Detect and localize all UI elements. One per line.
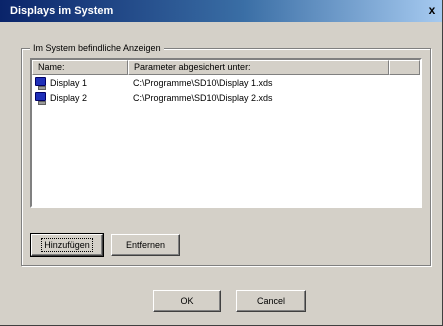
column-header-name[interactable]: Name: (32, 60, 128, 75)
list-item-path: C:\Programme\SD10\Display 1.xds (133, 78, 273, 88)
list-item-name: Display 2 (50, 93, 88, 103)
groupbox-legend: Im System befindliche Anzeigen (30, 41, 164, 55)
ok-button-label: OK (180, 296, 194, 306)
column-header-filler (389, 60, 420, 75)
remove-button[interactable]: Entfernen (111, 234, 180, 256)
dialog-window: Displays im System x Im System befindlic… (0, 0, 443, 326)
list-item[interactable]: Display 2 C:\Programme\SD10\Display 2.xd… (32, 91, 420, 106)
add-button[interactable]: Hinzufügen (30, 233, 104, 257)
list-item-name: Display 1 (50, 78, 88, 88)
window-title: Displays im System (10, 5, 114, 17)
cancel-button-label: Cancel (256, 296, 285, 306)
display-icon (35, 77, 46, 90)
cancel-button[interactable]: Cancel (236, 290, 306, 312)
add-button-label: Hinzufügen (41, 238, 93, 252)
remove-button-label: Entfernen (125, 240, 166, 250)
title-bar[interactable]: Displays im System x (0, 0, 442, 22)
column-header-parameter[interactable]: Parameter abgesichert unter: (128, 60, 389, 75)
list-header: Name: Parameter abgesichert unter: (32, 60, 420, 75)
displays-groupbox: Im System befindliche Anzeigen Name: Par… (21, 41, 431, 266)
display-icon (35, 92, 46, 105)
ok-button[interactable]: OK (153, 290, 221, 312)
list-item-path: C:\Programme\SD10\Display 2.xds (133, 93, 273, 103)
displays-list[interactable]: Name: Parameter abgesichert unter: Displ… (30, 58, 422, 208)
list-item[interactable]: Display 1 C:\Programme\SD10\Display 1.xd… (32, 76, 420, 91)
close-icon[interactable]: x (424, 3, 440, 19)
